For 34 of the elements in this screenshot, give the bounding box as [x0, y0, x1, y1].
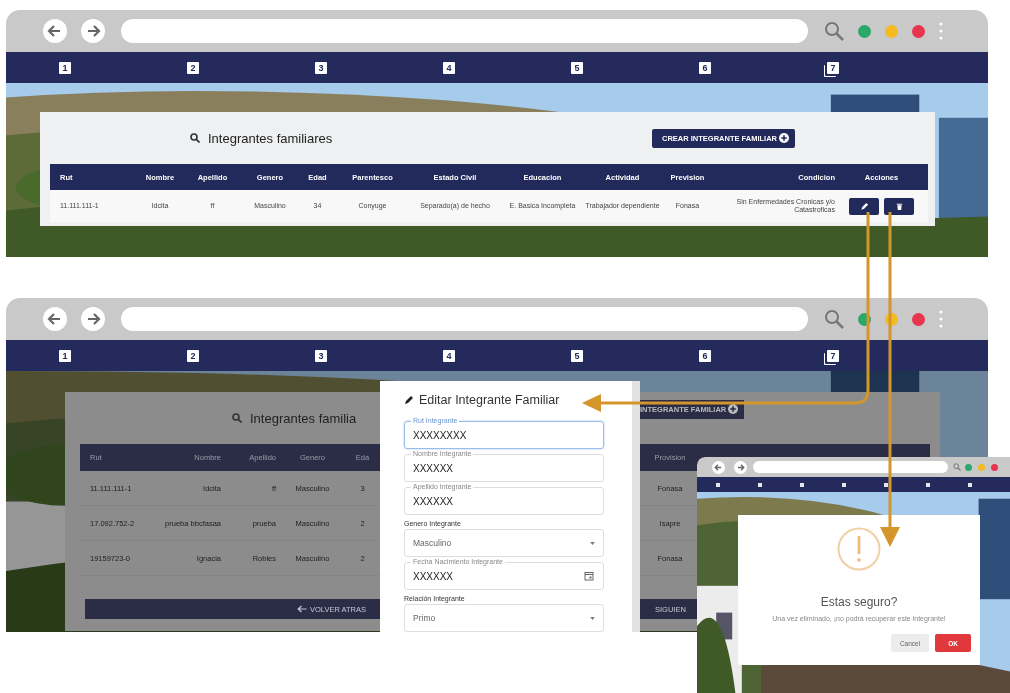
- maximize-dot[interactable]: [858, 24, 871, 38]
- nav-item[interactable]: 6: [699, 61, 711, 74]
- nav-item[interactable]: 2: [187, 61, 199, 74]
- nav-item[interactable]: 6: [699, 349, 711, 362]
- nav-item[interactable]: 4: [443, 349, 455, 362]
- nav-item[interactable]: 7: [827, 61, 839, 74]
- nav-item[interactable]: 5: [571, 349, 583, 362]
- search-icon: [190, 133, 200, 143]
- nav-item[interactable]: 2: [187, 349, 199, 362]
- menu-icon[interactable]: [939, 21, 943, 41]
- nav-item[interactable]: 7: [827, 349, 839, 362]
- search-icon[interactable]: [824, 309, 844, 329]
- page-title: Integrantes familiares: [208, 130, 333, 146]
- delete-button[interactable]: [884, 197, 914, 215]
- menu-icon[interactable]: [939, 309, 943, 329]
- nav-item[interactable]: 3: [315, 349, 327, 362]
- plus-icon: [779, 133, 789, 143]
- edit-button[interactable]: [849, 197, 879, 215]
- back-icon[interactable]: [43, 19, 67, 43]
- close-dot[interactable]: [912, 24, 925, 38]
- nav-item[interactable]: 3: [315, 61, 327, 74]
- nav-item[interactable]: 1: [59, 61, 71, 74]
- nav-item[interactable]: 4: [443, 61, 455, 74]
- nav-item[interactable]: 1: [59, 349, 71, 362]
- trash-icon: [894, 201, 904, 211]
- forward-icon[interactable]: [81, 19, 105, 43]
- back-icon[interactable]: [43, 307, 67, 331]
- search-icon[interactable]: [824, 21, 844, 41]
- close-dot[interactable]: [912, 312, 925, 326]
- minimize-dot[interactable]: [885, 24, 898, 38]
- pencil-icon: [859, 201, 869, 211]
- close-dot[interactable]: [991, 463, 998, 471]
- forward-icon[interactable]: [81, 307, 105, 331]
- nav-item[interactable]: 5: [571, 61, 583, 74]
